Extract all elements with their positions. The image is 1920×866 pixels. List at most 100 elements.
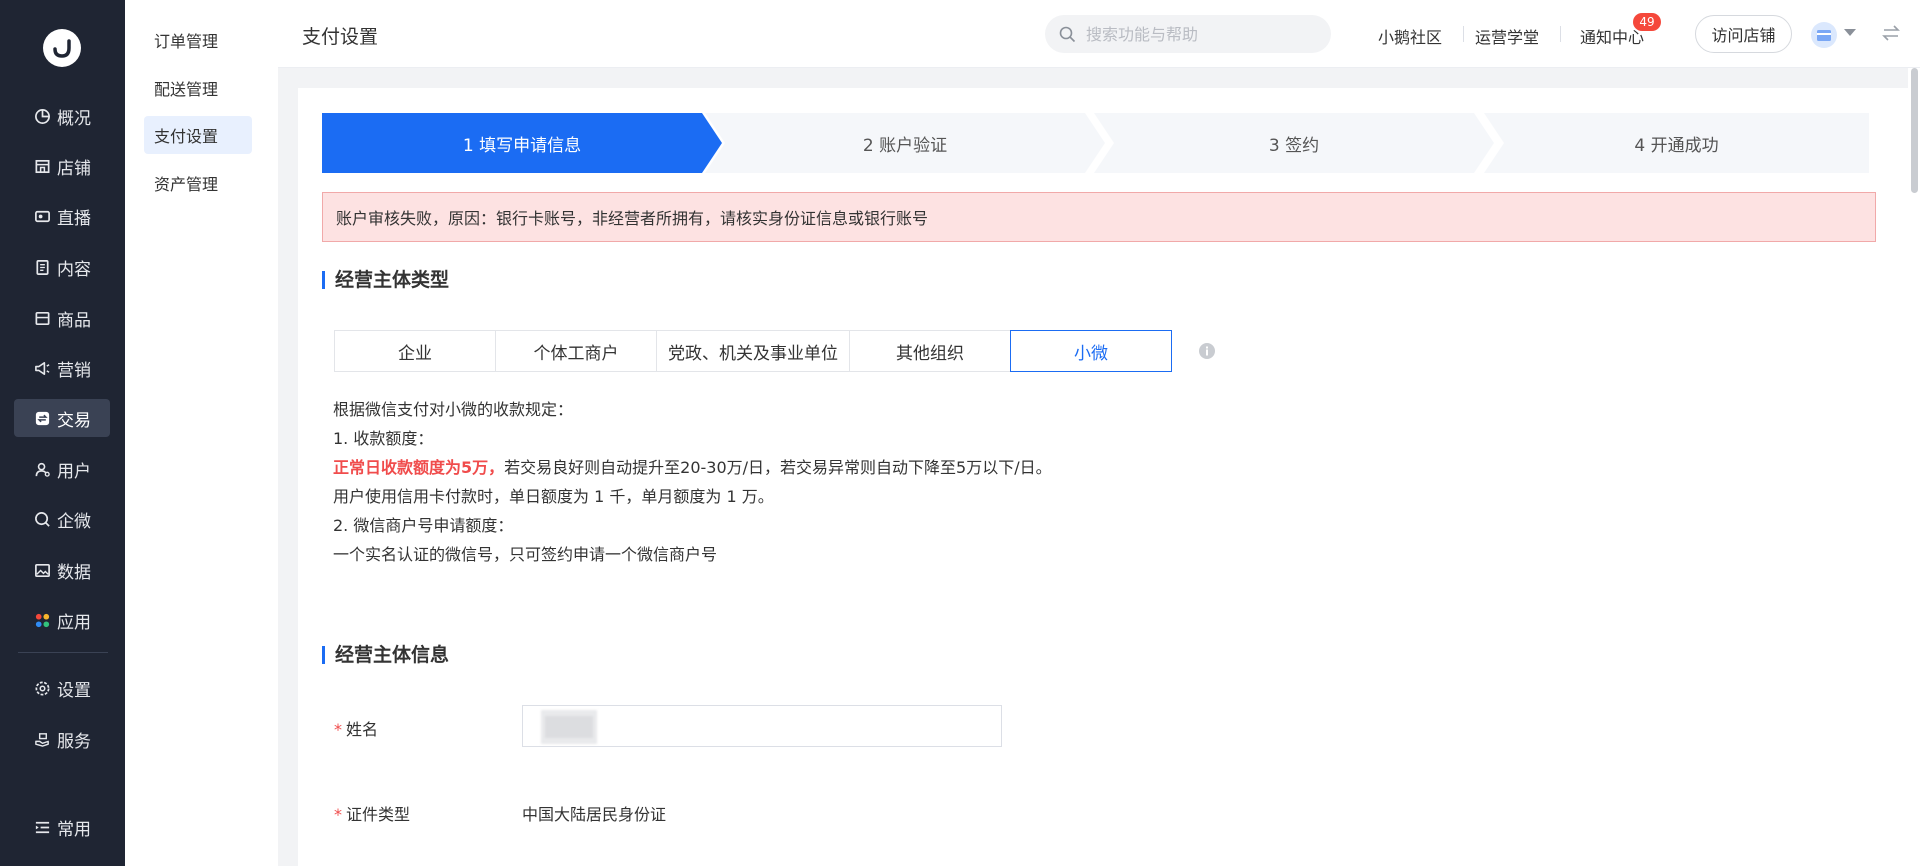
- live-icon: [33, 207, 51, 225]
- nav-item-favorites[interactable]: 常用: [14, 808, 110, 846]
- step-4: 4 开通成功: [1484, 113, 1869, 173]
- list-icon: [33, 818, 51, 836]
- chat-icon: [33, 510, 51, 528]
- nav-item-settings[interactable]: 设置: [14, 669, 110, 707]
- subnav-item-assets[interactable]: 资产管理: [144, 164, 252, 202]
- switch-icon[interactable]: [1881, 23, 1901, 43]
- store-avatar[interactable]: [1811, 22, 1837, 48]
- nav-item-label: 服务: [57, 731, 91, 752]
- step-2: 2 账户验证: [705, 113, 1105, 173]
- nav-item-label: 应用: [57, 612, 91, 633]
- tab-other-org[interactable]: 其他组织: [849, 330, 1011, 372]
- logo-icon: [53, 39, 71, 58]
- top-header: 支付设置 小鹅社区 运营学堂 通知中心 49 访问店铺: [278, 0, 1920, 68]
- desc-text: 若交易良好则自动提升至20-30万/日，若交易异常则自动下降至5万以下/日。: [504, 458, 1052, 477]
- tab-individual-business[interactable]: 个体工商户: [495, 330, 657, 372]
- main-sidebar: 概况 店铺 直播 内容 商品 营销 交易 用户 企微 数据 应用 设置 服务 常…: [0, 0, 125, 866]
- nav-item-live[interactable]: 直播: [14, 197, 110, 235]
- step-3: 3 签约: [1094, 113, 1494, 173]
- id-type-label: * 证件类型: [334, 805, 411, 824]
- nav-item-trade[interactable]: 交易: [14, 399, 110, 437]
- nav-item-content[interactable]: 内容: [14, 248, 110, 286]
- nav-item-label: 设置: [57, 680, 91, 701]
- nav-item-label: 数据: [57, 562, 91, 583]
- pie-chart-icon: [33, 107, 51, 125]
- step-1: 1 填写申请信息: [322, 113, 722, 173]
- tab-enterprise[interactable]: 企业: [334, 330, 496, 372]
- document-icon: [33, 258, 51, 276]
- chevron-down-icon[interactable]: [1844, 29, 1856, 36]
- nav-item-label: 内容: [57, 259, 91, 280]
- notification-badge: 49: [1633, 13, 1661, 31]
- nav-item-wecom[interactable]: 企微: [14, 500, 110, 538]
- apps-icon: [33, 611, 51, 629]
- exchange-icon: [33, 409, 51, 427]
- section-title-subject-info: 经营主体信息: [322, 646, 449, 665]
- sub-sidebar: 订单管理 配送管理 支付设置 资产管理: [125, 0, 278, 866]
- subnav-item-delivery[interactable]: 配送管理: [144, 69, 252, 107]
- megaphone-icon: [33, 359, 51, 377]
- error-alert: 账户审核失败，原因：银行卡账号，非经营者所拥有，请核实身份证信息或银行账号: [322, 192, 1876, 242]
- academy-link[interactable]: 运营学堂: [1475, 24, 1539, 48]
- nav-item-label: 用户: [57, 461, 91, 482]
- nav-item-label: 常用: [57, 819, 91, 840]
- name-label: * 姓名: [334, 720, 379, 739]
- nav-item-label: 营销: [57, 360, 91, 381]
- nav-item-users[interactable]: 用户: [14, 450, 110, 488]
- desc-highlight: 正常日收款额度为5万，: [333, 458, 505, 477]
- app-logo[interactable]: [43, 29, 81, 67]
- nav-item-service[interactable]: 服务: [14, 720, 110, 758]
- desc-line: 用户使用信用卡付款时，单日额度为 1 千，单月额度为 1 万。: [333, 487, 774, 506]
- nav-item-products[interactable]: 商品: [14, 299, 110, 337]
- nav-item-overview[interactable]: 概况: [14, 97, 110, 135]
- tab-micro[interactable]: 小微: [1010, 330, 1172, 372]
- step-4-label: 4 开通成功: [1634, 135, 1719, 156]
- visit-store-button[interactable]: 访问店铺: [1695, 15, 1792, 53]
- user-icon: [33, 460, 51, 478]
- nav-item-label: 交易: [57, 410, 91, 431]
- info-icon[interactable]: [1198, 342, 1216, 360]
- desc-line: 1. 收款额度：: [333, 429, 434, 448]
- nav-item-store[interactable]: 店铺: [14, 147, 110, 185]
- redacted-value: [541, 710, 597, 744]
- store-icon: [33, 157, 51, 175]
- search-box[interactable]: [1045, 15, 1331, 53]
- name-input[interactable]: [522, 705, 1002, 747]
- scroll-thumb[interactable]: [1911, 68, 1918, 193]
- header-divider: [1463, 26, 1464, 42]
- header-divider: [1560, 26, 1561, 42]
- desc-line: 一个实名认证的微信号，只可签约申请一个微信商户号: [333, 545, 718, 564]
- image-icon: [33, 561, 51, 579]
- page-title: 支付设置: [302, 26, 379, 48]
- subject-type-tabs: 企业 个体工商户 党政、机关及事业单位 其他组织 小微: [334, 330, 1172, 372]
- search-icon: [1059, 26, 1076, 42]
- tab-government[interactable]: 党政、机关及事业单位: [656, 330, 850, 372]
- step-3-label: 3 签约: [1268, 135, 1320, 156]
- step-2-label: 2 账户验证: [862, 135, 948, 156]
- box-icon: [33, 309, 51, 327]
- service-icon: [33, 730, 51, 748]
- desc-line: 2. 微信商户号申请额度：: [333, 516, 514, 535]
- scrollbar[interactable]: [1908, 68, 1920, 866]
- nav-item-label: 企微: [57, 511, 91, 532]
- steps-bar: 1 填写申请信息 2 账户验证 3 签约 4 开通成功: [322, 113, 1869, 173]
- subnav-item-payment[interactable]: 支付设置: [144, 116, 252, 154]
- community-link[interactable]: 小鹅社区: [1378, 24, 1442, 48]
- nav-item-label: 商品: [57, 310, 91, 331]
- subnav-item-orders[interactable]: 订单管理: [144, 21, 252, 59]
- micro-description: 根据微信支付对小微的收款规定： 1. 收款额度： 正常日收款额度为5万，若交易良…: [333, 395, 1052, 569]
- sidebar-divider: [18, 652, 108, 653]
- step-1-label: 1 填写申请信息: [462, 135, 582, 156]
- desc-line: 根据微信支付对小微的收款规定：: [333, 400, 574, 419]
- id-type-value: 中国大陆居民身份证: [522, 805, 667, 824]
- shop-icon: [1817, 30, 1831, 41]
- desc-line: 正常日收款额度为5万，若交易良好则自动提升至20-30万/日，若交易异常则自动下…: [333, 453, 1052, 482]
- nav-item-apps[interactable]: 应用: [14, 601, 110, 639]
- nav-item-marketing[interactable]: 营销: [14, 349, 110, 387]
- nav-item-label: 概况: [57, 108, 91, 129]
- search-input[interactable]: [1086, 24, 1316, 44]
- nav-item-label: 店铺: [57, 158, 91, 179]
- nav-item-label: 直播: [57, 208, 91, 229]
- nav-item-data[interactable]: 数据: [14, 551, 110, 589]
- section-title-subject-type: 经营主体类型: [322, 271, 449, 290]
